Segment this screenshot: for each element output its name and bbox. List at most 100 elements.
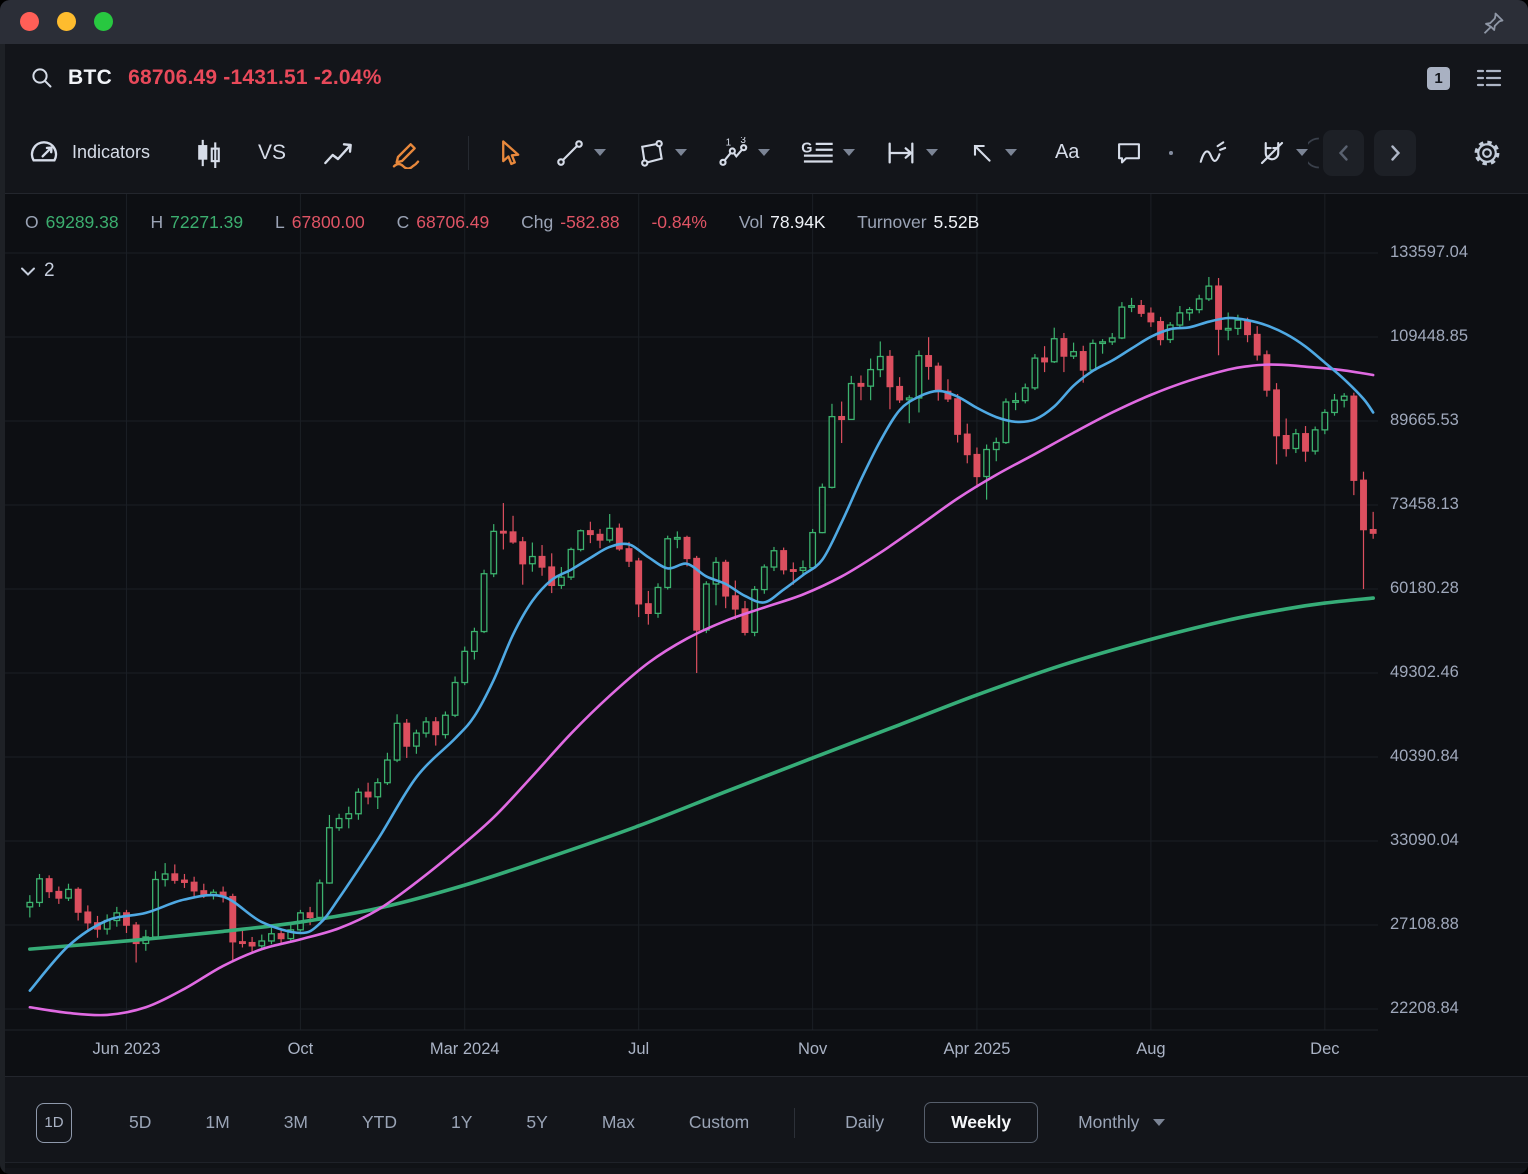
price-tick-label: 22208.84 (1390, 999, 1459, 1018)
time-tick-label: Apr 2025 (943, 1040, 1010, 1059)
gann-tool[interactable]: G (800, 137, 855, 169)
window-bottom-edge (0, 1162, 1528, 1168)
chevron-down-icon[interactable] (1005, 149, 1017, 156)
period-monthly-button[interactable]: Monthly (1052, 1112, 1191, 1133)
candlestick-icon (194, 138, 224, 168)
price-range-icon (885, 137, 917, 169)
range-1y-button[interactable]: 1Y (424, 1112, 499, 1133)
candlestick-plot[interactable] (0, 194, 1528, 1077)
chevron-down-icon[interactable] (1153, 1119, 1165, 1126)
range-5y-button[interactable]: 5Y (499, 1112, 574, 1133)
performance-chart-button[interactable] (322, 137, 354, 169)
time-tick-label: Mar 2024 (430, 1040, 500, 1059)
range-3m-button[interactable]: 3M (257, 1112, 335, 1133)
annotation-points-tool[interactable]: 1 3 (717, 137, 770, 169)
time-tick-label: Nov (798, 1040, 827, 1059)
range-max-button[interactable]: Max (575, 1112, 662, 1133)
app-window: BTC 68706.49 -1431.51 -2.04% 1 Indicator… (0, 0, 1528, 1174)
high-value: 72271.39 (170, 212, 243, 232)
price-axis[interactable]: 133597.04109448.8589665.5373458.1360180.… (1378, 194, 1528, 1030)
indicator-count: 2 (44, 260, 55, 282)
chevron-down-icon[interactable] (926, 149, 938, 156)
low-label: L (275, 212, 285, 232)
cursor-tool[interactable] (495, 138, 523, 168)
chevron-down-icon[interactable] (758, 149, 770, 156)
low-value: 67800.00 (292, 212, 365, 232)
gann-icon: G (800, 137, 834, 169)
comment-tool[interactable] (1115, 139, 1143, 167)
comment-icon (1115, 139, 1143, 167)
pin-icon[interactable] (1480, 10, 1506, 36)
chart-toolbar: Indicators VS (0, 112, 1528, 194)
price-tick-label: 133597.04 (1390, 243, 1468, 262)
time-tick-label: Dec (1310, 1040, 1339, 1059)
back-button[interactable] (1323, 130, 1365, 176)
price-tick-label: 49302.46 (1390, 663, 1459, 682)
symbol-name[interactable]: BTC (68, 66, 112, 90)
draw-pencil-icon (390, 137, 422, 169)
range-custom-button[interactable]: Custom (662, 1112, 776, 1133)
turnover-value: 5.52B (934, 212, 980, 232)
range-5d-button[interactable]: 5D (102, 1112, 178, 1133)
chevron-down-icon[interactable] (675, 149, 687, 156)
period-daily-button[interactable]: Daily (819, 1112, 910, 1133)
indicator-collapse-toggle[interactable]: 2 (20, 260, 55, 282)
magnet-off-icon (1257, 138, 1287, 168)
magnet-tool[interactable] (1257, 138, 1308, 168)
change-label: Chg (521, 212, 553, 232)
freehand-icon (1197, 138, 1227, 168)
close-label: C (397, 212, 410, 232)
indicators-button[interactable]: Indicators (28, 137, 150, 169)
time-axis[interactable]: Jun 2023OctMar 2024JulNovApr 2025AugDec (0, 1030, 1378, 1077)
forward-button[interactable] (1374, 130, 1416, 176)
price-tick-label: 109448.85 (1390, 327, 1468, 346)
zoom-button[interactable] (94, 12, 113, 31)
price-tick-label: 73458.13 (1390, 495, 1459, 514)
trend-line-tool[interactable] (555, 138, 606, 168)
gear-icon (1472, 138, 1502, 168)
price-range-tool[interactable] (885, 137, 938, 169)
chevron-down-icon[interactable] (594, 149, 606, 156)
arrow-tool[interactable] (968, 139, 1017, 167)
change-pct-value: -0.84% (651, 212, 706, 232)
close-value: 68706.49 (416, 212, 489, 232)
turnover-label: Turnover (857, 212, 926, 232)
symbol-bar[interactable]: BTC 68706.49 -1431.51 -2.04% 1 (0, 44, 1528, 112)
text-tool[interactable]: Aa (1055, 141, 1079, 164)
chart-style-button[interactable] (194, 138, 224, 168)
vs-label: VS (258, 141, 286, 165)
volume-label: Vol (739, 212, 763, 232)
range-ytd-button[interactable]: YTD (335, 1112, 424, 1133)
trend-line-icon (555, 138, 585, 168)
draw-button[interactable] (390, 137, 422, 169)
freehand-tool[interactable] (1197, 138, 1227, 168)
change-value: -582.88 (560, 212, 619, 232)
minimize-button[interactable] (57, 12, 76, 31)
range-1d-button[interactable]: 1D (36, 1103, 72, 1143)
svg-text:1: 1 (726, 137, 732, 148)
chevron-right-icon (1385, 143, 1405, 163)
time-tick-label: Jun 2023 (93, 1040, 161, 1059)
settings-button[interactable] (1472, 138, 1502, 168)
title-bar[interactable] (0, 0, 1528, 44)
period-weekly-button[interactable]: Weekly (924, 1102, 1038, 1143)
watchlist-icon[interactable] (1476, 65, 1502, 91)
chevron-down-icon[interactable] (1296, 149, 1308, 156)
svg-text:G: G (801, 140, 812, 156)
price-tick-label: 89665.53 (1390, 411, 1459, 430)
compare-icon (322, 137, 354, 169)
high-label: H (151, 212, 164, 232)
open-value: 69289.38 (46, 212, 119, 232)
price-tick-label: 33090.04 (1390, 831, 1459, 850)
ohlc-legend: O69289.38 H72271.39 L67800.00 C68706.49 … (25, 212, 979, 233)
cursor-icon (495, 138, 523, 168)
compare-symbols-button[interactable]: VS (258, 141, 286, 165)
chevron-down-icon[interactable] (843, 149, 855, 156)
search-icon[interactable] (30, 66, 54, 90)
price-tick-label: 40390.84 (1390, 747, 1459, 766)
panel-collapse-icon[interactable] (1308, 133, 1321, 173)
chart-count-badge[interactable]: 1 (1427, 67, 1450, 90)
range-1m-button[interactable]: 1M (178, 1112, 256, 1133)
close-button[interactable] (20, 12, 39, 31)
shape-tool[interactable] (636, 138, 687, 168)
